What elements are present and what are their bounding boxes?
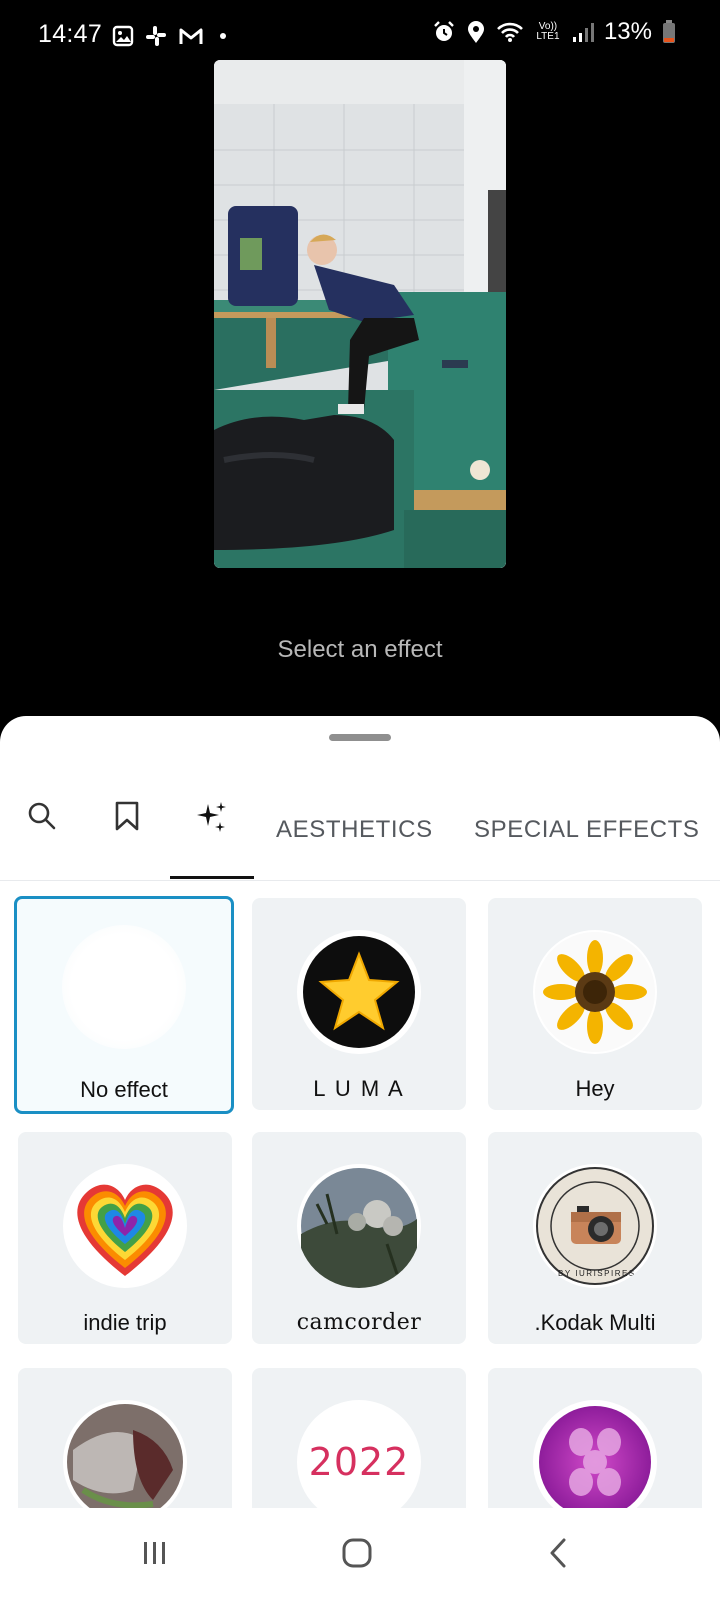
system-navigation-bar [0, 1508, 720, 1600]
status-system-icons: Vo)) LTE1 13% [432, 18, 676, 46]
network-label: Vo)) LTE1 [536, 21, 560, 42]
effect-card-kodak-multi[interactable]: .BY IURISPIRES .Kodak Multi [488, 1132, 702, 1344]
effect-thumb [63, 1400, 187, 1524]
location-icon [467, 21, 484, 43]
effect-label: indie trip [83, 1310, 167, 1335]
effect-label: Hey [575, 1076, 615, 1101]
status-notification-icons [112, 24, 226, 48]
home-icon[interactable] [340, 1536, 374, 1570]
recent-apps-icon[interactable] [140, 1538, 170, 1568]
battery-percent: 13% [603, 18, 652, 45]
rainbow-heart-icon [65, 1166, 185, 1286]
effects-sheet: AESTHETICS SPECIAL EFFECTS No effect L U… [0, 716, 720, 1600]
preview-photo [214, 60, 506, 568]
signal-icon [572, 23, 594, 42]
effect-thumb [533, 930, 657, 1054]
effect-thumb [297, 1164, 421, 1288]
battery-icon [663, 20, 675, 43]
effect-thumb: 2022 [297, 1400, 421, 1524]
gmail-icon [179, 28, 203, 44]
effects-tabs: AESTHETICS SPECIAL EFFECTS [0, 772, 720, 881]
sunflower-icon [535, 932, 655, 1052]
status-time: 14:47 [38, 20, 103, 48]
sparkles-icon[interactable] [194, 800, 228, 834]
effect-card-no-effect[interactable]: No effect [14, 896, 234, 1114]
kodak-badge-text: .BY IURISPIRES [554, 1269, 635, 1278]
year-2022-text: 2022 [308, 1440, 410, 1484]
back-icon[interactable] [544, 1536, 574, 1570]
effect-label: .Kodak Multi [534, 1310, 656, 1335]
camera-badge-icon: .BY IURISPIRES [536, 1167, 654, 1285]
effect-label: No effect [80, 1077, 168, 1102]
slack-icon [146, 26, 166, 46]
effect-card-luma[interactable]: L U M A [252, 898, 466, 1110]
select-effect-hint: Select an effect [277, 636, 443, 663]
no-effect-thumb [62, 925, 186, 1049]
search-icon[interactable] [26, 800, 58, 832]
sheet-drag-handle[interactable] [329, 734, 391, 741]
camera-preview[interactable] [214, 60, 506, 568]
wifi-icon [497, 22, 523, 42]
gallery-icon [112, 25, 134, 47]
bookmark-icon[interactable] [112, 800, 142, 832]
active-tab-indicator [170, 876, 254, 879]
more-notifications-dot [220, 33, 226, 39]
tab-aesthetics[interactable]: AESTHETICS [276, 816, 433, 844]
effect-label: camcorder [296, 1310, 422, 1335]
abstract-photo-icon [67, 1404, 183, 1520]
effect-thumb [63, 1164, 187, 1288]
flowers-photo-icon [301, 1168, 417, 1288]
star-icon [303, 936, 415, 1048]
effect-card-hey[interactable]: Hey [488, 898, 702, 1110]
tab-special-effects[interactable]: SPECIAL EFFECTS [474, 816, 700, 844]
effect-thumb [297, 930, 421, 1054]
effect-card-indie-trip[interactable]: indie trip [18, 1132, 232, 1344]
effect-card-camcorder[interactable]: camcorder [252, 1132, 466, 1344]
effect-thumb [533, 1400, 657, 1524]
pink-dots-icon [539, 1406, 651, 1518]
effect-thumb: .BY IURISPIRES [533, 1164, 657, 1288]
effect-label: L U M A [313, 1076, 405, 1101]
alarm-icon [434, 21, 454, 41]
